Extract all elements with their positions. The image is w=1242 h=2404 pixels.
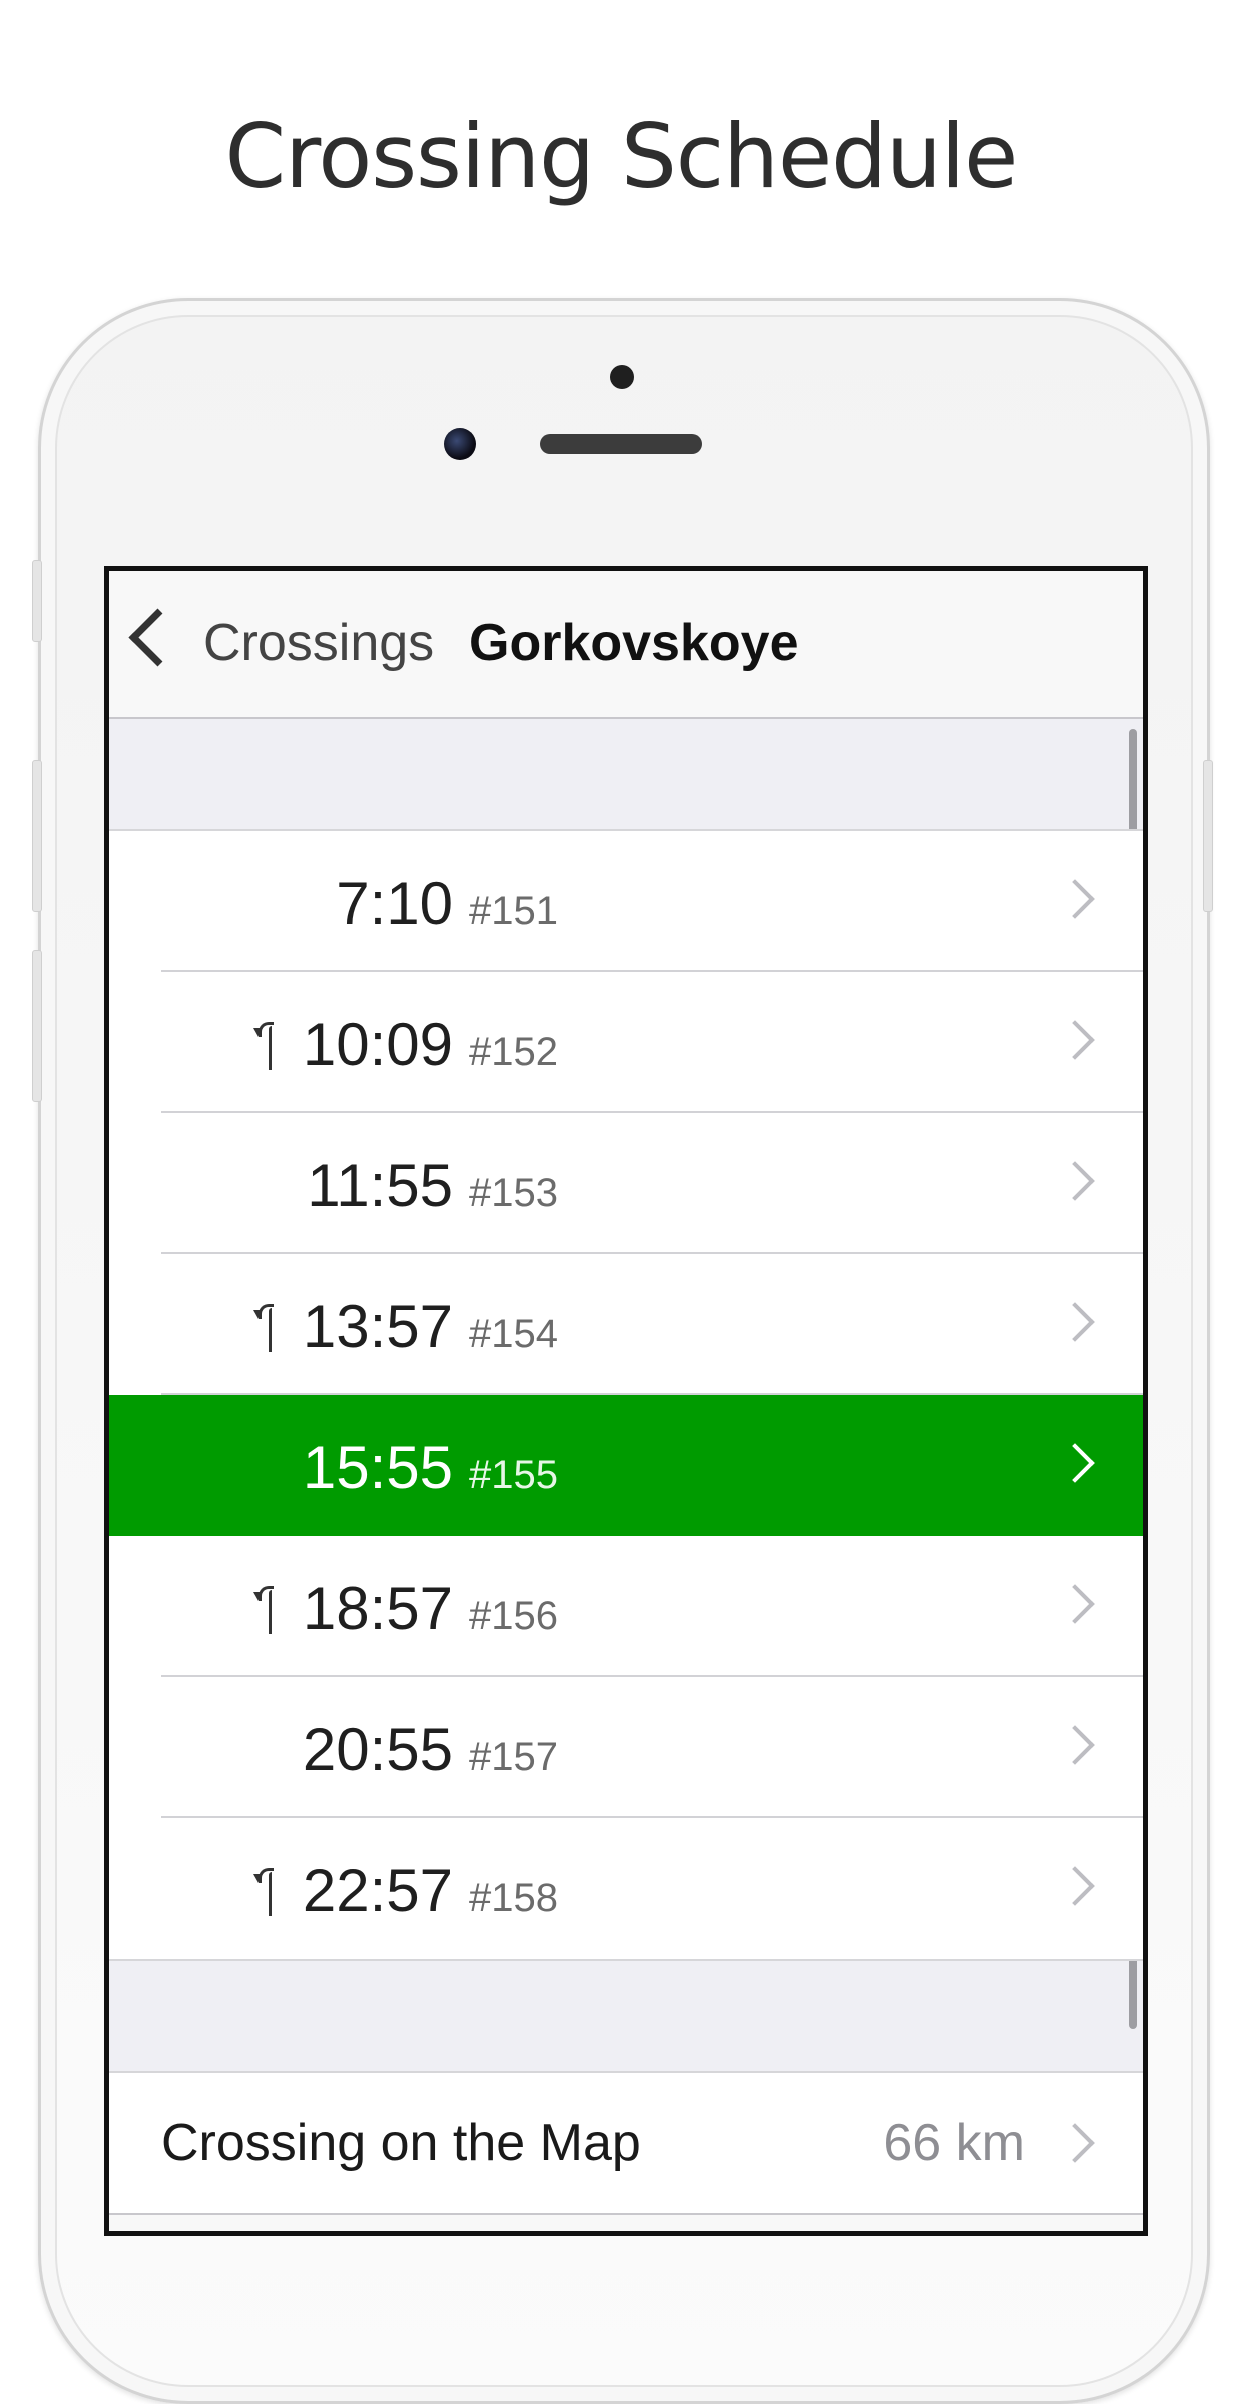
return-arrow-icon [251,1582,279,1634]
trip-number: #152 [469,1030,558,1074]
chevron-right-icon [1055,1584,1095,1624]
schedule-row[interactable]: 22:57 #158 [109,1818,1143,1959]
trip-number: #157 [469,1735,558,1779]
return-arrow-icon [251,1864,279,1916]
chevron-left-icon[interactable] [128,608,187,667]
departure-time: 13:57 [302,1293,453,1360]
chevron-right-icon [1055,2123,1095,2163]
chevron-right-icon [1055,1161,1095,1201]
trip-number: #158 [469,1876,558,1920]
navigation-bar: Crossings Gorkovskoye [109,571,1143,719]
trip-number: #156 [469,1594,558,1638]
mute-switch [32,560,42,642]
back-button[interactable]: Crossings [203,613,434,673]
chevron-right-icon [1055,879,1095,919]
chevron-right-icon [1055,1725,1095,1765]
departure-time: 18:57 [302,1575,453,1642]
front-camera [444,428,476,460]
earpiece-speaker [540,434,702,454]
schedule-row[interactable]: 15:55 #155 [109,1395,1143,1536]
power-button [1203,760,1213,912]
schedule-row[interactable]: 20:55 #157 [109,1677,1143,1818]
schedule-row[interactable]: 11:55 #153 [109,1113,1143,1254]
departure-time: 11:55 [307,1152,453,1219]
schedule-list: 7:10 #151 10:09 #152 11:55 #153 13:57 #154 15:55… [109,829,1143,1961]
departure-time: 10:09 [302,1011,453,1078]
chevron-right-icon [1055,1020,1095,1060]
map-row-label: Crossing on the Map [161,2114,641,2172]
tab-bar [109,2213,1143,2231]
chevron-right-icon [1055,1866,1095,1906]
page-headline: Crossing Schedule [224,105,1019,208]
trip-number: #153 [469,1171,558,1215]
proximity-sensor [610,365,634,389]
volume-down-button [32,950,42,1102]
schedule-row[interactable]: 13:57 #154 [109,1254,1143,1395]
return-arrow-icon [251,1300,279,1352]
schedule-row[interactable]: 18:57 #156 [109,1536,1143,1677]
map-row-distance: 66 km [883,2114,1025,2172]
schedule-row[interactable]: 7:10 #151 [109,831,1143,972]
nav-title: Gorkovskoye [469,614,799,672]
chevron-right-icon [1055,1443,1095,1483]
departure-time: 7:10 [336,870,453,937]
trip-number: #151 [469,889,558,933]
volume-up-button [32,760,42,912]
trip-number: #155 [469,1453,558,1497]
schedule-row[interactable]: 10:09 #152 [109,972,1143,1113]
phone-screen: Crossings Gorkovskoye 7:10 #151 10:09 #152 1… [104,566,1148,2236]
map-row[interactable]: Crossing on the Map 66 km [109,2071,1143,2213]
departure-time: 15:55 [302,1434,453,1501]
chevron-right-icon [1055,1302,1095,1342]
departure-time: 20:55 [302,1716,453,1783]
return-arrow-icon [251,1018,279,1070]
trip-number: #154 [469,1312,558,1356]
departure-time: 22:57 [302,1857,453,1924]
